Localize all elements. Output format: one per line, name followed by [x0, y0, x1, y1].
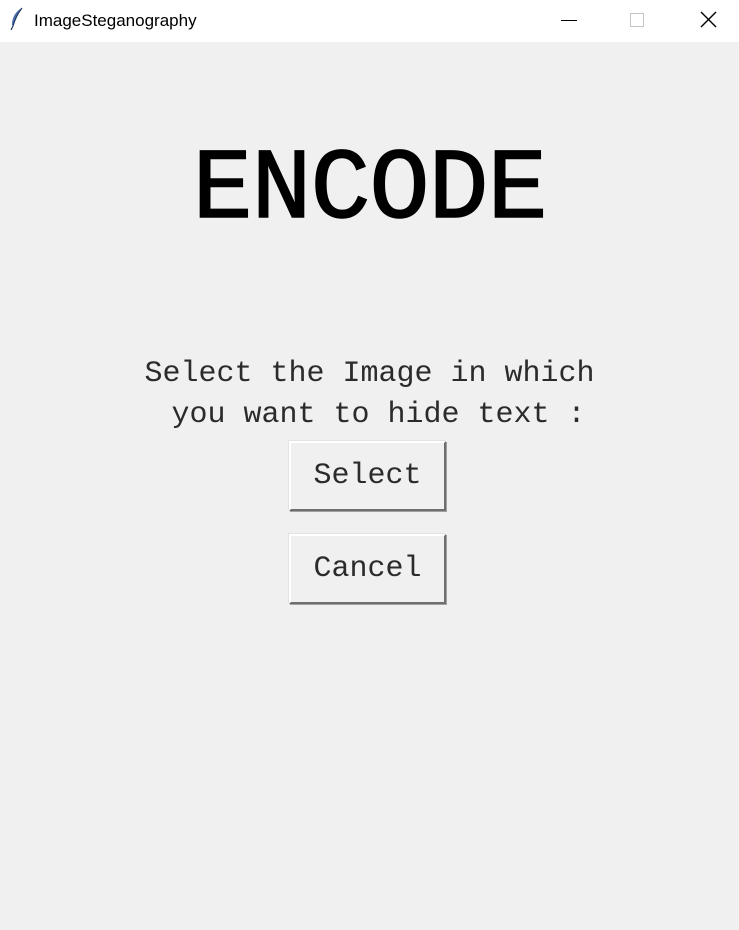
close-button[interactable] [685, 0, 731, 42]
minimize-icon [561, 20, 577, 21]
page-title: ENCODE [192, 134, 549, 249]
cancel-button[interactable]: Cancel [289, 534, 446, 604]
close-icon [700, 11, 717, 28]
feather-icon [9, 7, 25, 31]
app-window: ImageSteganography ENCODE Select the Ima… [0, 0, 739, 930]
main-content: ENCODE Select the Image in which you wan… [0, 42, 739, 930]
instruction-line-1: Select the Image in which [144, 357, 595, 391]
select-button[interactable]: Select [289, 441, 446, 511]
instruction-line-2: you want to hide text : [153, 398, 586, 432]
instruction-text: Select the Image in which you want to hi… [0, 354, 739, 436]
maximize-button[interactable] [614, 0, 660, 42]
minimize-button[interactable] [546, 0, 592, 42]
maximize-icon [630, 13, 644, 27]
window-title: ImageSteganography [34, 11, 197, 30]
title-bar[interactable]: ImageSteganography [0, 0, 739, 42]
